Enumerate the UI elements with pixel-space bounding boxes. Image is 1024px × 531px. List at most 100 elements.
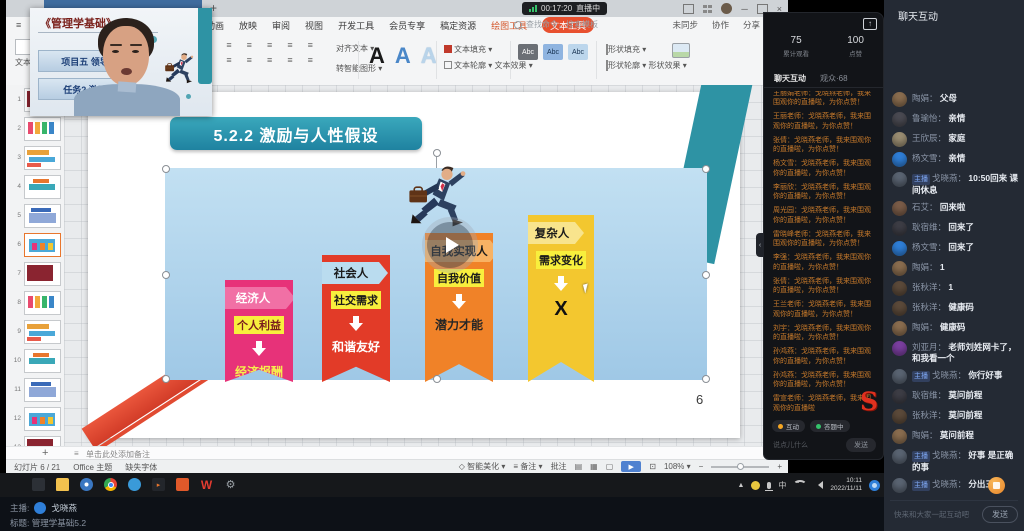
user-avatar[interactable]: [892, 281, 907, 296]
paragraph-tool-icon[interactable]: ≡: [226, 56, 242, 65]
user-avatar[interactable]: [892, 172, 907, 187]
explorer-icon[interactable]: [56, 478, 69, 491]
text-style-chip[interactable]: Abc: [543, 44, 563, 60]
streamer-chat-input[interactable]: 说点儿什么: [773, 440, 808, 450]
fit-icon[interactable]: ⊡: [649, 462, 656, 471]
user-avatar[interactable]: [892, 221, 907, 236]
streamer-send-button[interactable]: 发送: [846, 438, 876, 452]
selection-handle[interactable]: [162, 165, 170, 173]
edge-icon[interactable]: [80, 478, 93, 491]
menu-tab[interactable]: 放映: [239, 19, 257, 32]
ime-indicator[interactable]: 中: [778, 480, 786, 491]
streamer-chat-tab[interactable]: 观众·68: [820, 73, 848, 84]
sync-status-button[interactable]: 未同步: [672, 19, 698, 31]
notes-toggle-button[interactable]: ≡ 备注 ▾: [513, 461, 542, 472]
slide-thumbnail[interactable]: [24, 436, 61, 447]
streamer-chat-messages[interactable]: 郭志媛老师：戈晓燕老师，我来围观你的直播啦，为你点赞！鲁晓玲：戈晓燕老师，我来围…: [773, 91, 877, 413]
wifi-icon[interactable]: [793, 480, 807, 490]
slide-canvas[interactable]: 5.2.2 激励与人性假设 经济人个人利益经济报酬社会人社交需求和谐友好自我实现…: [64, 85, 788, 446]
beautify-button[interactable]: ◇ 智能美化 ▾: [459, 461, 506, 472]
minimize-button[interactable]: ─: [741, 4, 747, 14]
paragraph-tool-icon[interactable]: ≡: [226, 41, 242, 50]
menu-tab[interactable]: 视图: [305, 19, 323, 32]
user-avatar[interactable]: [892, 321, 907, 336]
shape-effect-button[interactable]: 形状效果 ▾: [648, 61, 686, 70]
zoom-level[interactable]: 108% ▾: [664, 462, 691, 471]
viewer-chat-messages[interactable]: 陶娟： 父母鲁瑜怡： 亲情王欣辰： 家庭杨文雪： 亲情主播戈晓燕： 10:50回…: [892, 26, 1019, 493]
paragraph-tool-icon[interactable]: ≡: [247, 41, 263, 50]
slide-thumbnail[interactable]: [24, 233, 61, 257]
font-size-buttons[interactable]: A A A: [369, 41, 437, 71]
missing-font-warning[interactable]: 缺失字体: [125, 462, 157, 473]
user-avatar[interactable]: [892, 92, 907, 107]
notes-bar[interactable]: + ≡ 单击此处添加备注: [6, 446, 788, 460]
menu-tab[interactable]: 会员专享: [389, 19, 425, 32]
share-export-icon[interactable]: ↑: [863, 18, 877, 30]
settings-gear-icon[interactable]: ⚙: [224, 478, 237, 491]
font-a-medium-icon[interactable]: A: [395, 41, 411, 71]
user-avatar[interactable]: [892, 369, 907, 384]
microphone-icon[interactable]: [767, 482, 771, 489]
font-a-outline-icon[interactable]: A: [421, 41, 437, 71]
user-avatar[interactable]: [892, 301, 907, 316]
add-slide-button[interactable]: +: [42, 447, 48, 459]
streamer-chat-tab[interactable]: 聊天互动: [774, 73, 806, 84]
menu-tab[interactable]: 审阅: [272, 19, 290, 32]
user-avatar[interactable]: [892, 449, 907, 464]
paragraph-tool-icon[interactable]: ≡: [267, 41, 283, 50]
account-avatar[interactable]: [721, 3, 732, 14]
menu-tab[interactable]: 开发工具: [338, 19, 374, 32]
player-icon[interactable]: ▸: [152, 478, 165, 491]
slide-thumbnail[interactable]: [24, 262, 61, 286]
chat-input[interactable]: 快来和大家一起互动吧: [890, 509, 969, 520]
concept-banner-经济人[interactable]: 经济人个人利益经济报酬: [225, 280, 293, 382]
zoom-slider[interactable]: [711, 466, 769, 468]
chat-send-button[interactable]: 发送: [982, 506, 1018, 523]
taskview-icon[interactable]: [32, 478, 45, 491]
wps-icon[interactable]: W: [200, 478, 213, 491]
user-avatar[interactable]: [892, 112, 907, 127]
picture-icon[interactable]: [672, 43, 690, 58]
text-style-chip[interactable]: Abc: [518, 44, 538, 60]
slideshow-play-button[interactable]: ▶: [621, 461, 641, 472]
paragraph-tool-icon[interactable]: ≡: [247, 56, 263, 65]
selection-handle[interactable]: [162, 271, 170, 279]
share-button[interactable]: 分享: [743, 19, 760, 31]
slide-title[interactable]: 5.2.2 激励与人性假设: [170, 117, 422, 150]
paragraph-tool-icon[interactable]: ≡: [267, 56, 283, 65]
concept-banner-社会人[interactable]: 社会人社交需求和谐友好: [322, 255, 390, 382]
concept-banner-复杂人[interactable]: 复杂人需求变化X: [528, 215, 594, 382]
clock[interactable]: 10:11 2022/11/11: [830, 477, 862, 493]
video-play-button[interactable]: [427, 222, 473, 268]
shape-outline-button[interactable]: 形状轮廓 ▾ 形状效果 ▾: [606, 58, 687, 74]
text-effect-button[interactable]: 文本效果 ▾: [494, 61, 532, 70]
command-search[interactable]: 查找命令，搜索模板: [514, 19, 598, 30]
chrome-icon[interactable]: [104, 478, 117, 491]
slide-thumbnail[interactable]: [24, 378, 61, 402]
selection-handle[interactable]: [702, 165, 710, 173]
layout-icon[interactable]: [683, 4, 694, 14]
rotate-handle[interactable]: [433, 149, 441, 157]
slide-content-box[interactable]: 经济人个人利益经济报酬社会人社交需求和谐友好自我实现人自我价值潜力才能复杂人需求…: [165, 168, 707, 380]
slide-thumbnail[interactable]: [24, 175, 61, 199]
status-pill[interactable]: 互动: [772, 420, 805, 432]
notification-icon[interactable]: [869, 480, 880, 491]
paragraph-tool-icon[interactable]: ≡: [308, 41, 324, 50]
user-avatar[interactable]: [892, 409, 907, 424]
selection-handle[interactable]: [433, 375, 441, 383]
font-a-large-icon[interactable]: A: [369, 41, 385, 71]
slide-thumbnail[interactable]: [24, 146, 61, 170]
tray-expand-icon[interactable]: ▲: [737, 482, 744, 489]
text-outline-button[interactable]: 文本轮廓 ▾ 文本效果 ▾: [444, 58, 533, 74]
slide-thumbnail[interactable]: [24, 320, 61, 344]
user-avatar[interactable]: [892, 341, 907, 356]
user-avatar[interactable]: [892, 152, 907, 167]
slide-sheet[interactable]: 5.2.2 激励与人性假设 经济人个人利益经济报酬社会人社交需求和谐友好自我实现…: [88, 92, 740, 438]
panel-collapse-handle[interactable]: ‹: [756, 233, 764, 257]
user-avatar[interactable]: [892, 201, 907, 216]
user-avatar[interactable]: [892, 478, 907, 493]
apps-grid-icon[interactable]: [703, 5, 712, 13]
user-avatar[interactable]: [892, 389, 907, 404]
text-style-chip[interactable]: Abc: [568, 44, 588, 60]
slide-thumbnail[interactable]: [24, 291, 61, 315]
